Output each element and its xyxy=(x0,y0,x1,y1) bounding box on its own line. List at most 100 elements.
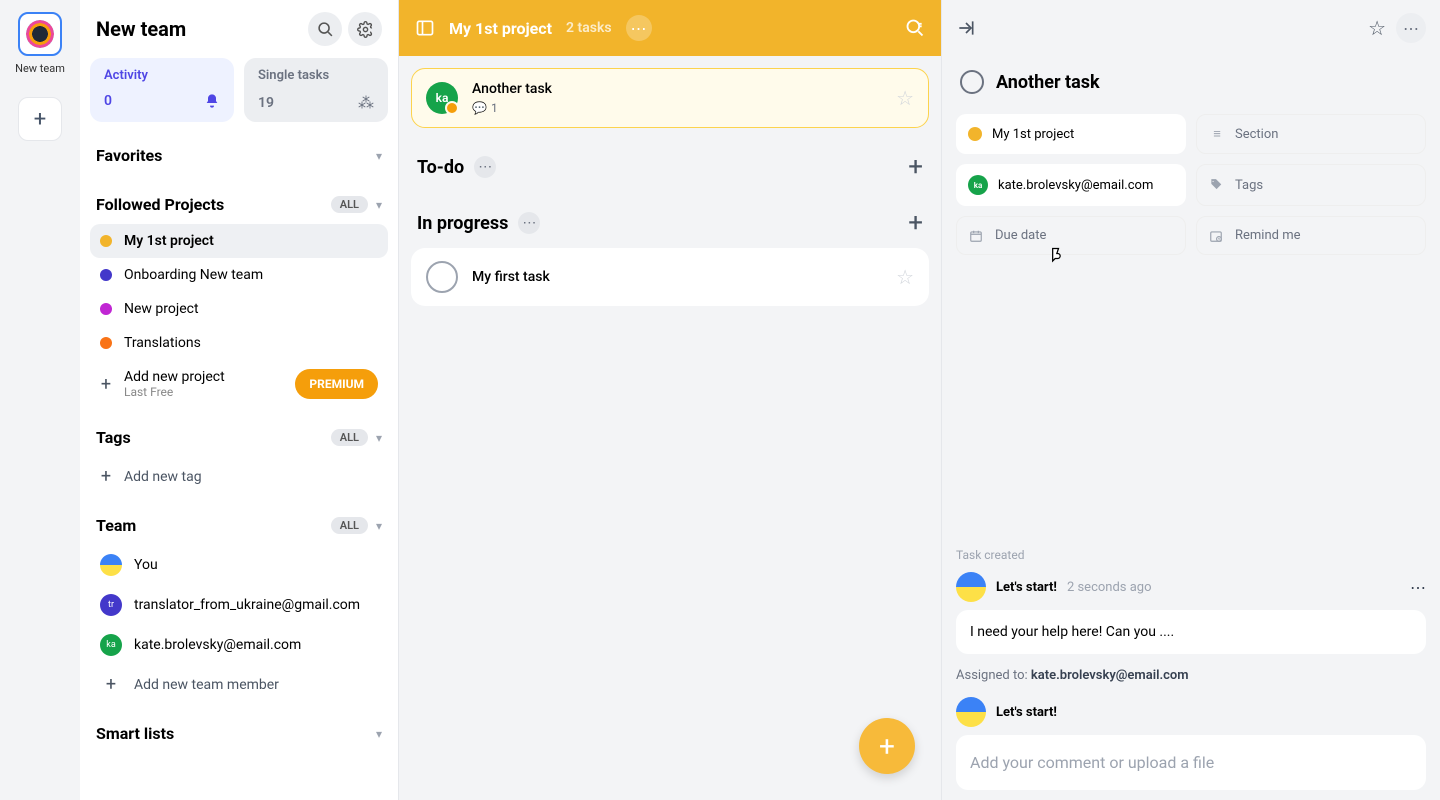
project-color-dot xyxy=(100,269,112,281)
group-title: To-do xyxy=(417,157,464,178)
project-view: My 1st project 2 tasks ⋯ ka Another task… xyxy=(399,0,941,800)
task-name: My first task xyxy=(472,269,882,285)
chevron-down-icon: ▾ xyxy=(376,431,382,445)
panel-icon[interactable] xyxy=(415,18,435,38)
project-name: New project xyxy=(124,301,199,317)
group-title: In progress xyxy=(417,213,508,234)
gear-icon[interactable] xyxy=(348,12,382,46)
add-task-button[interactable]: + xyxy=(908,152,923,182)
team-member-item[interactable]: ka kate.brolevsky@email.com xyxy=(90,625,388,665)
all-pill[interactable]: ALL xyxy=(331,429,368,446)
due-date-field[interactable]: Due date xyxy=(956,216,1186,255)
activity-time: 2 seconds ago xyxy=(1067,580,1152,595)
activity-section: Task created Let's start! 2 seconds ago … xyxy=(942,538,1440,800)
sidebar-project-item[interactable]: Onboarding New team xyxy=(90,258,388,292)
comment-icon: 💬 xyxy=(472,101,487,115)
activity-card[interactable]: Activity 0 xyxy=(90,58,234,122)
detail-more-button[interactable]: ⋯ xyxy=(1396,13,1426,43)
team-member-item[interactable]: You xyxy=(90,545,388,585)
star-icon[interactable]: ☆ xyxy=(896,86,914,110)
smart-lists-section[interactable]: Smart lists ▾ xyxy=(90,718,388,749)
all-pill[interactable]: ALL xyxy=(331,196,368,213)
task-name: Another task xyxy=(472,81,882,97)
project-name: Onboarding New team xyxy=(124,267,263,283)
sidebar: New team Activity 0 Single tasks 19 ⁂ xyxy=(80,0,399,800)
project-header: My 1st project 2 tasks ⋯ xyxy=(399,0,941,56)
member-name: translator_from_ukraine@gmail.com xyxy=(134,597,360,613)
favorites-section[interactable]: Favorites ▾ xyxy=(90,140,388,171)
task-row[interactable]: ka Another task 💬 1 ☆ xyxy=(411,68,929,128)
remind-field[interactable]: Remind me xyxy=(1196,216,1426,255)
task-row[interactable]: My first task ☆ xyxy=(411,248,929,306)
star-icon[interactable]: ☆ xyxy=(896,265,914,289)
project-name: My 1st project xyxy=(124,233,214,249)
comment-input[interactable]: Add your comment or upload a file xyxy=(956,735,1426,790)
project-name: Translations xyxy=(124,335,201,351)
activity-created-label: Task created xyxy=(956,548,1426,562)
add-project-button[interactable]: + Add new projectLast Free PREMIUM xyxy=(90,360,388,408)
chevron-down-icon: ▾ xyxy=(376,149,382,163)
followed-projects-section[interactable]: Followed Projects ALL ▾ xyxy=(90,189,388,220)
workspace-rail: New team + xyxy=(0,0,80,800)
group-more-button[interactable]: ⋯ xyxy=(518,212,540,234)
tags-field[interactable]: Tags xyxy=(1196,164,1426,206)
assignee-avatar: ka xyxy=(426,82,458,114)
tasks-icon: ⁂ xyxy=(358,93,374,112)
search-icon[interactable] xyxy=(308,12,342,46)
project-color-dot xyxy=(100,337,112,349)
tags-section[interactable]: Tags ALL ▾ xyxy=(90,422,388,453)
assignee-avatar: ka xyxy=(968,175,988,195)
member-name: You xyxy=(134,557,158,573)
project-title: My 1st project xyxy=(449,19,552,38)
star-icon[interactable]: ☆ xyxy=(1368,16,1386,40)
project-color-dot xyxy=(100,303,112,315)
activity-avatar xyxy=(956,697,986,727)
task-checkbox[interactable] xyxy=(426,261,458,293)
sidebar-project-item[interactable]: My 1st project xyxy=(90,224,388,258)
all-pill[interactable]: ALL xyxy=(331,517,368,534)
member-name: kate.brolevsky@email.com xyxy=(134,637,301,653)
collapse-icon[interactable] xyxy=(956,18,976,38)
bell-icon xyxy=(204,93,220,109)
section-icon: ≡ xyxy=(1209,126,1225,142)
fab-add-button[interactable]: + xyxy=(859,718,915,774)
member-avatar: tr xyxy=(100,594,122,616)
section-field[interactable]: ≡ Section xyxy=(1196,114,1426,154)
chevron-down-icon: ▾ xyxy=(376,727,382,741)
add-tag-button[interactable]: + Add new tag xyxy=(90,457,388,496)
add-workspace-button[interactable]: + xyxy=(18,97,62,141)
activity-avatar xyxy=(956,572,986,602)
member-avatar xyxy=(100,554,122,576)
reminder-icon xyxy=(1209,229,1225,243)
project-field[interactable]: My 1st project xyxy=(956,114,1186,154)
member-avatar: ka xyxy=(100,634,122,656)
team-section[interactable]: Team ALL ▾ xyxy=(90,510,388,541)
team-title: New team xyxy=(96,17,186,41)
workspace-avatar[interactable] xyxy=(18,12,62,56)
sidebar-project-item[interactable]: Translations xyxy=(90,326,388,360)
task-complete-checkbox[interactable] xyxy=(960,70,984,94)
project-more-button[interactable]: ⋯ xyxy=(626,15,652,41)
activity-more-button[interactable]: ⋯ xyxy=(1410,578,1426,597)
assigned-to-line: Assigned to: kate.brolevsky@email.com xyxy=(956,668,1426,683)
calendar-icon xyxy=(969,229,985,243)
assignee-field[interactable]: ka kate.brolevsky@email.com xyxy=(956,164,1186,206)
comment-body: I need your help here! Can you .... xyxy=(956,610,1426,654)
filter-search-icon[interactable] xyxy=(905,18,925,38)
comment-count: 💬 1 xyxy=(472,101,882,115)
group-more-button[interactable]: ⋯ xyxy=(474,156,496,178)
sidebar-project-item[interactable]: New project xyxy=(90,292,388,326)
single-tasks-card[interactable]: Single tasks 19 ⁂ xyxy=(244,58,388,122)
task-title: Another task xyxy=(996,72,1100,93)
team-member-item[interactable]: tr translator_from_ukraine@gmail.com xyxy=(90,585,388,625)
project-color-dot xyxy=(100,235,112,247)
activity-author: Let's start! xyxy=(996,580,1057,595)
project-task-count: 2 tasks xyxy=(566,20,612,36)
project-color-dot xyxy=(968,127,982,141)
activity-author: Let's start! xyxy=(996,705,1057,720)
add-member-button[interactable]: +Add new team member xyxy=(90,665,388,704)
tag-icon xyxy=(1209,178,1225,192)
add-task-button[interactable]: + xyxy=(908,208,923,238)
premium-button[interactable]: PREMIUM xyxy=(295,369,378,399)
task-detail-panel: ☆ ⋯ Another task My 1st project ≡ Sectio… xyxy=(941,0,1440,800)
